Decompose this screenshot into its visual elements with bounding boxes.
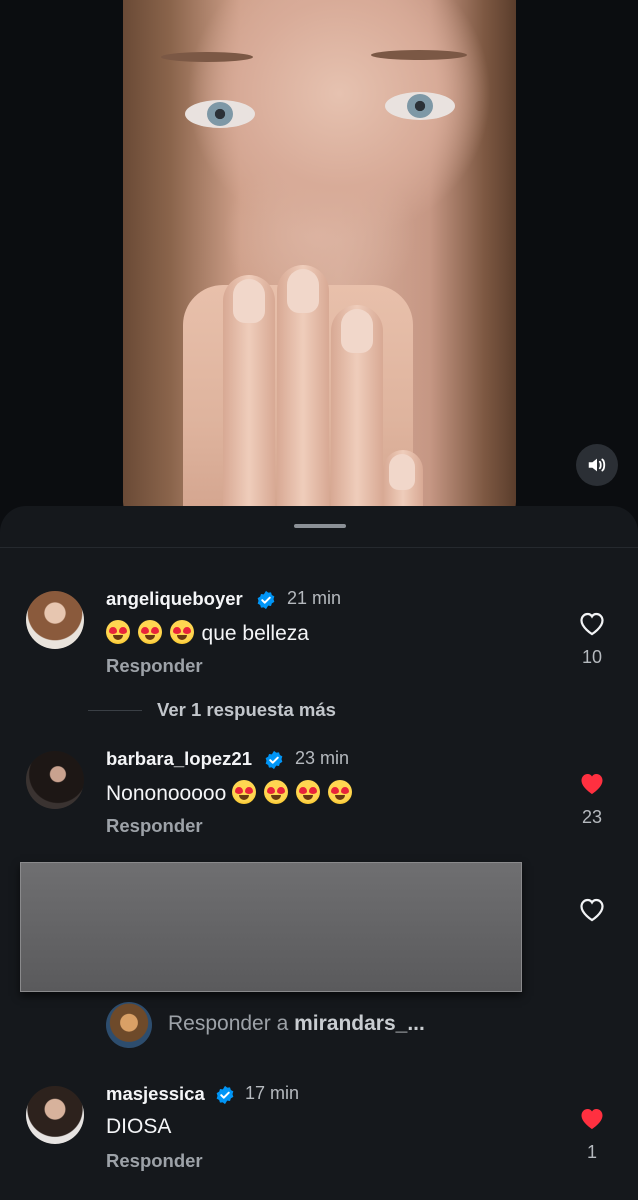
comment-text: DIOSA [106,1115,171,1139]
reply-input-target: mirandars_... [294,1012,425,1035]
heart-filled-icon [581,774,603,795]
comment-time: 23 min [295,748,350,768]
replies-divider [88,710,142,711]
redacted-comment [20,862,522,992]
avatar[interactable] [26,591,84,649]
username[interactable]: masjessica [106,1083,205,1105]
verified-badge-icon [265,750,283,770]
reply-button[interactable]: Responder [106,655,203,677]
heart-outline-icon [580,612,604,636]
username[interactable]: angeliqueboyer [106,588,243,610]
face-detail [161,52,253,62]
like-button[interactable] [572,610,612,641]
verified-badge-icon [216,1085,234,1105]
video-area [0,0,638,520]
speaker-icon [588,458,606,472]
heart-eyes-emoji-icon [106,620,130,644]
divider [0,547,638,548]
like-button[interactable] [572,1105,612,1136]
avatar[interactable] [26,751,84,809]
comment-item: masjessica 17 min DIOSA Responder 1 [0,1081,638,1191]
heart-outline-icon [580,898,604,922]
like-count: 10 [581,647,603,667]
comment-text-content: DIOSA [106,1115,172,1138]
heart-eyes-emoji-icon [169,620,194,644]
reply-input[interactable]: Responder a mirandars_... [168,1012,425,1036]
heart-eyes-emoji-icon [295,780,320,804]
heart-filled-icon [581,1109,603,1130]
comment-text: Nononooooo [106,780,354,806]
username[interactable]: barbara_lopez21 [106,748,252,770]
like-button[interactable] [572,896,612,927]
comment-item: barbara_lopez21 23 min Nononooooo Respon… [0,746,638,856]
like-button[interactable] [572,770,612,801]
sound-toggle-button[interactable] [576,444,618,486]
comment-text-content: Nononooooo [106,782,227,805]
face-detail [185,100,255,128]
heart-eyes-emoji-icon [263,780,288,804]
like-count: 23 [581,807,603,827]
heart-eyes-emoji-icon [137,620,162,644]
sheet-drag-handle[interactable] [294,524,346,528]
like-count: 1 [586,1142,597,1162]
comment-text-content: que belleza [201,622,309,645]
heart-eyes-emoji-icon [232,780,257,804]
comment-text: que belleza [106,620,309,646]
my-avatar [106,1002,152,1048]
view-more-replies-button[interactable]: Ver 1 respuesta más [157,699,336,721]
comment-time: 21 min [287,588,342,608]
face-detail [371,50,467,60]
reply-button[interactable]: Responder [106,815,203,837]
reply-button[interactable]: Responder [106,1150,203,1172]
face-detail [183,265,423,520]
comment-item: angeliqueboyer 21 min que belleza Respon… [0,586,638,696]
reply-input-prefix: Responder a [168,1012,295,1035]
video-player[interactable] [123,0,516,520]
face-detail [385,92,455,120]
avatar[interactable] [26,1086,84,1144]
heart-eyes-emoji-icon [327,780,352,804]
verified-badge-icon [257,590,275,610]
comment-time: 17 min [245,1083,300,1103]
